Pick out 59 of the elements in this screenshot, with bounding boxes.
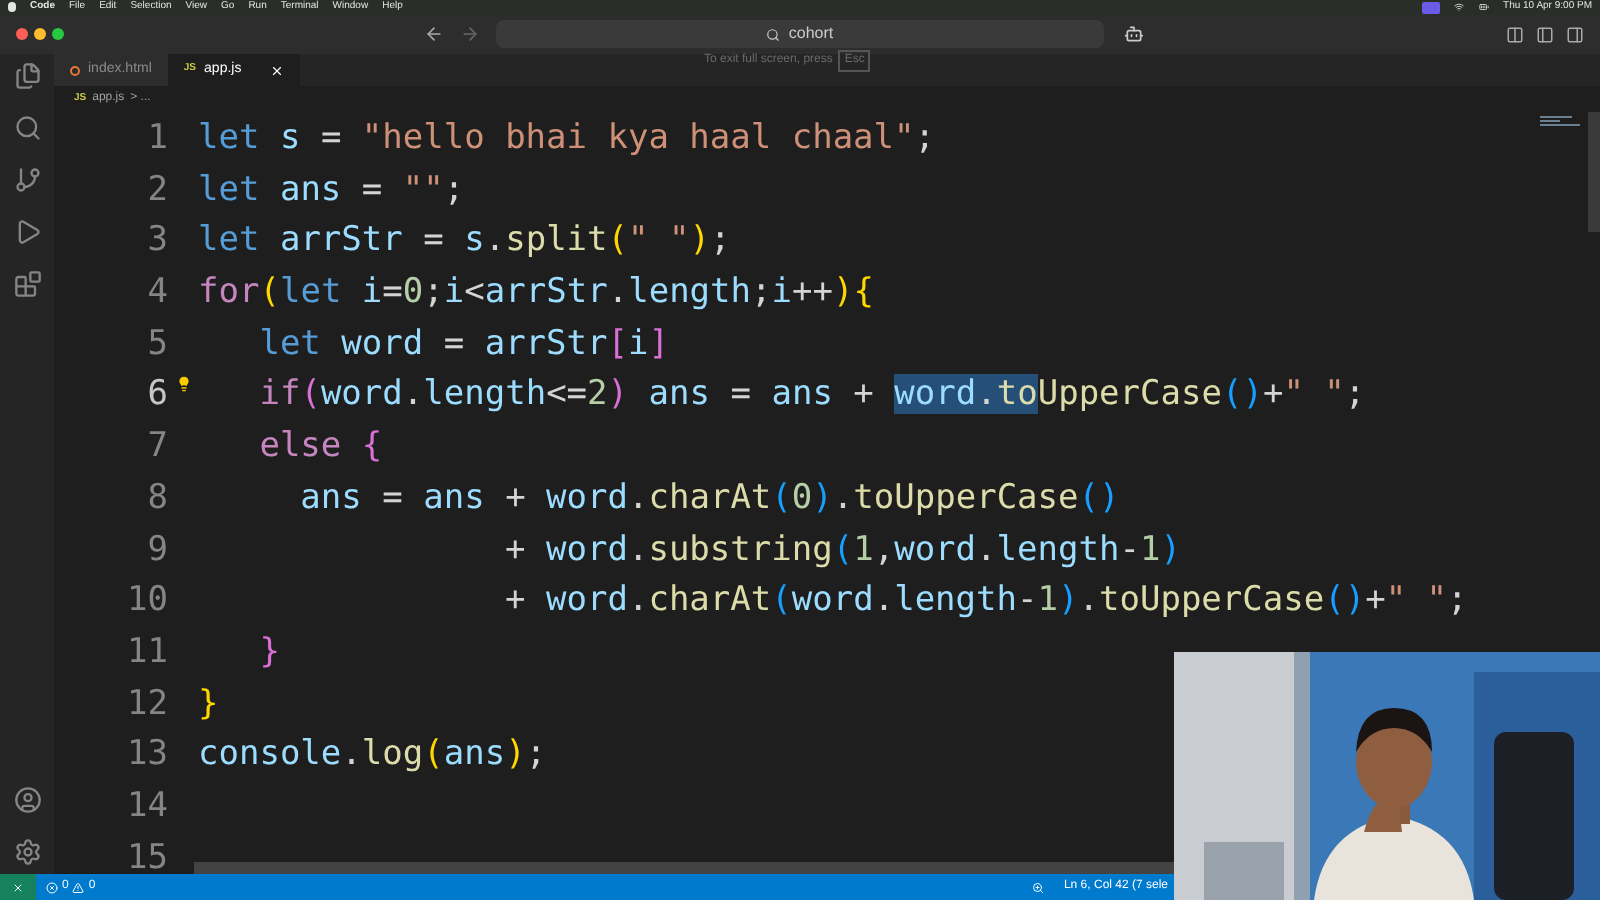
error-icon xyxy=(46,881,58,893)
code-line: let ans = ""; xyxy=(198,167,465,214)
line-number: 14 xyxy=(127,783,168,830)
forward-icon[interactable] xyxy=(460,24,480,44)
line-number: 9 xyxy=(147,527,168,573)
lightbulb-icon[interactable] xyxy=(175,376,191,393)
battery-icon[interactable] xyxy=(1477,2,1490,12)
extensions-icon[interactable] xyxy=(13,270,41,298)
maximize-window-icon[interactable] xyxy=(52,28,64,40)
warning-icon xyxy=(72,881,85,893)
settings-icon[interactable] xyxy=(13,838,41,866)
code-line: if(word.length<=2) ans = ans + word.toUpperCase()+" "; xyxy=(257,372,1366,419)
apple-icon[interactable] xyxy=(8,2,16,12)
explorer-icon[interactable] xyxy=(13,62,41,90)
code-line: + word.substring(1,word.length-1) xyxy=(503,527,1181,573)
line-number: 6 xyxy=(147,372,168,419)
code-line: } xyxy=(257,629,280,676)
code-line: else { xyxy=(257,424,383,471)
line-number: 10 xyxy=(127,578,168,625)
source-control-icon[interactable] xyxy=(13,166,41,194)
code-line: console.log(ans); xyxy=(198,732,547,779)
line-number: 12 xyxy=(127,681,168,728)
screen-record-icon[interactable] xyxy=(1421,1,1440,13)
line-number: 15 xyxy=(127,835,168,874)
run-debug-icon[interactable] xyxy=(13,218,41,246)
line-number: 13 xyxy=(127,732,168,779)
code-line: for(let i=0;i<arrStr.length;i++){ xyxy=(198,270,874,317)
remote-icon xyxy=(12,881,24,893)
back-icon[interactable] xyxy=(424,24,444,44)
line-number: 8 xyxy=(147,475,168,522)
line-number: 7 xyxy=(147,424,168,471)
close-icon[interactable] xyxy=(269,63,284,77)
line-number: 2 xyxy=(147,167,168,214)
code-line: + word.charAt(word.length-1).toUpperCase()+" "; xyxy=(503,578,1468,625)
html-file-icon xyxy=(70,65,80,75)
vertical-scrollbar[interactable] xyxy=(1588,112,1600,232)
line-number: 11 xyxy=(127,629,168,676)
line-number: 5 xyxy=(147,321,168,368)
layout-icon[interactable] xyxy=(1506,25,1524,43)
horizontal-scrollbar[interactable] xyxy=(194,862,1174,874)
account-icon[interactable] xyxy=(13,786,41,814)
minimap xyxy=(1540,116,1584,132)
code-line: let word = arrStr[i] xyxy=(257,321,669,368)
line-number: 4 xyxy=(147,270,168,317)
code-line: let arrStr = s.split(" "); xyxy=(198,218,731,265)
wifi-icon[interactable] xyxy=(1453,2,1464,12)
line-number: 1 xyxy=(147,116,168,162)
code-line: ans = ans + word.charAt(0).toUpperCase() xyxy=(298,475,1120,522)
sidebar-toggle-icon[interactable] xyxy=(1536,25,1554,43)
code-line: let s = "hello bhai kya haal chaal"; xyxy=(198,116,936,162)
panel-toggle-icon[interactable] xyxy=(1566,25,1584,43)
close-window-icon[interactable] xyxy=(16,28,28,40)
line-number: 3 xyxy=(147,218,168,265)
minimize-window-icon[interactable] xyxy=(34,28,46,40)
code-line: } xyxy=(198,681,219,728)
search-field[interactable]: cohort xyxy=(496,20,1104,48)
search-icon xyxy=(766,27,781,41)
zoom-icon[interactable] xyxy=(1031,881,1044,893)
search-icon[interactable] xyxy=(13,114,41,142)
